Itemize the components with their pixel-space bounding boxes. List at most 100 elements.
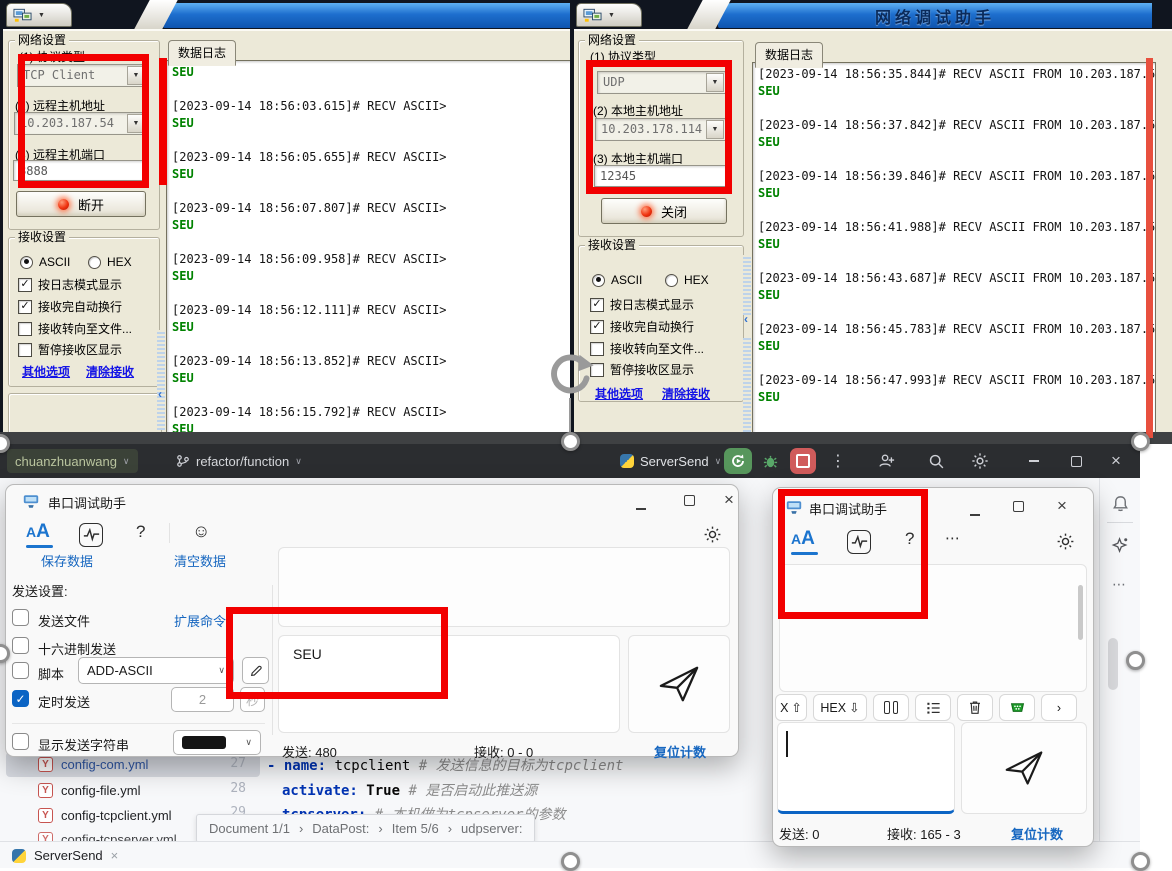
resize-handle[interactable]	[1131, 432, 1150, 451]
font-settings-button[interactable]: AA	[791, 528, 815, 550]
scrollbar[interactable]	[1078, 585, 1083, 640]
clear-data-link[interactable]: 清空数据	[174, 551, 226, 570]
settings-button[interactable]	[1056, 532, 1075, 556]
breadcrumb[interactable]: Document 1/1› DataPost:› Item 5/6› udpse…	[196, 814, 535, 843]
hex-display-toggle[interactable]: HEX⇩	[813, 694, 867, 721]
run-config-selector[interactable]: ServerSend∨	[612, 449, 729, 473]
more-actions-button[interactable]: ⋮	[826, 450, 850, 472]
maximize-button[interactable]	[1064, 450, 1088, 472]
rerun-button[interactable]	[724, 448, 752, 474]
splitter[interactable]	[157, 330, 165, 430]
dropdown-arrow-icon[interactable]: ▼	[127, 114, 145, 133]
hex-radio[interactable]: HEX	[88, 255, 132, 269]
help-icon[interactable]: ?	[136, 522, 145, 542]
reset-counter-link[interactable]: 复位计数	[1011, 824, 1063, 843]
hex-radio[interactable]: HEX	[665, 273, 709, 287]
close-button[interactable]: ×	[1104, 450, 1128, 472]
minimize-button[interactable]	[636, 498, 646, 513]
send-button[interactable]	[961, 722, 1087, 814]
timed-interval-input[interactable]: 2	[171, 687, 234, 712]
waveform-button[interactable]	[79, 523, 103, 547]
collapse-chevron-icon[interactable]: ‹	[744, 312, 748, 326]
waveform-button[interactable]	[847, 530, 871, 554]
clear-receive-link[interactable]: 清除接收	[662, 385, 710, 402]
protocol-select[interactable]: UDP ▼	[597, 71, 726, 94]
send-file-checkbox[interactable]	[12, 609, 29, 626]
project-selector[interactable]: chuanzhuanwang∨	[7, 449, 138, 473]
disconnect-button[interactable]: 断开	[16, 191, 146, 217]
pause-display-checkbox[interactable]: 暂停接收区显示	[590, 361, 694, 378]
save-data-link[interactable]: 保存数据	[41, 551, 93, 570]
dropdown-arrow-icon[interactable]: ▼	[706, 120, 724, 139]
expand-toolbar-button[interactable]: ›	[1041, 694, 1077, 721]
maximize-button[interactable]	[1013, 500, 1024, 515]
auto-wrap-checkbox[interactable]: ✓接收完自动换行	[18, 298, 122, 315]
search-button[interactable]	[924, 450, 948, 472]
dropdown-arrow-icon[interactable]: ▼	[706, 73, 724, 92]
splitter[interactable]	[743, 338, 751, 432]
run-tab-label[interactable]: ServerSend	[34, 848, 103, 863]
send-textarea[interactable]: SEU	[278, 635, 620, 733]
receive-area[interactable]	[278, 547, 730, 627]
dropdown-arrow-icon[interactable]: ▼	[127, 66, 145, 85]
list-button[interactable]	[915, 694, 951, 721]
clear-receive-link[interactable]: 清除接收	[86, 363, 134, 380]
more-tools-button[interactable]: ⋯	[1112, 576, 1126, 593]
remote-host-select[interactable]: 10.203.187.54 ▼	[14, 112, 147, 135]
scrollbar[interactable]	[1108, 638, 1118, 690]
log-mode-checkbox[interactable]: ✓按日志模式显示	[590, 296, 694, 313]
ascii-radio[interactable]: ASCII	[592, 273, 642, 287]
close-button[interactable]: ×	[1057, 498, 1067, 513]
notifications-button[interactable]	[1111, 494, 1130, 518]
to-file-checkbox[interactable]: 接收转向至文件...	[18, 320, 132, 337]
rotate-handle-icon[interactable]	[544, 352, 596, 400]
other-options-link[interactable]: 其他选项	[22, 363, 70, 380]
tab-data-log[interactable]: 数据日志	[755, 42, 823, 68]
add-user-button[interactable]	[874, 450, 898, 472]
titlebar[interactable]: 网络调试助手	[718, 3, 1152, 28]
maximize-button[interactable]	[684, 494, 695, 509]
data-log[interactable]: SEU [2023-09-14 18:56:03.615]# RECV ASCI…	[166, 60, 576, 439]
close-button[interactable]: ×	[724, 492, 734, 507]
log-mode-checkbox[interactable]: ✓按日志模式显示	[18, 276, 122, 293]
show-send-string-checkbox[interactable]	[12, 733, 29, 750]
data-log[interactable]: [2023-09-14 18:56:35.844]# RECV ASCII FR…	[752, 62, 1156, 440]
local-port-input[interactable]: 12345	[594, 165, 726, 187]
titlebar[interactable]	[163, 3, 570, 28]
protocol-select[interactable]: TCP Client ▼	[17, 64, 147, 87]
to-file-checkbox[interactable]: 接收转向至文件...	[590, 340, 704, 357]
system-menu-chip[interactable]: ▼	[6, 3, 72, 27]
branch-selector[interactable]: refactor/function∨	[168, 449, 310, 473]
close-connection-button[interactable]: 关闭	[601, 198, 727, 224]
send-button[interactable]	[628, 635, 730, 733]
auto-wrap-checkbox[interactable]: ✓接收完自动换行	[590, 318, 694, 335]
script-select[interactable]: ADD-ASCII∨	[78, 657, 234, 684]
hex-send-toggle[interactable]: X⇧	[775, 694, 807, 721]
send-input[interactable]	[777, 722, 955, 814]
reset-counter-link[interactable]: 复位计数	[654, 742, 706, 761]
smiley-icon[interactable]: ☺	[192, 521, 210, 542]
close-icon[interactable]: ×	[111, 848, 119, 863]
resize-handle[interactable]	[561, 432, 580, 451]
ascii-radio[interactable]: ASCII	[20, 255, 70, 269]
script-checkbox[interactable]	[12, 662, 29, 679]
splitter[interactable]	[743, 255, 751, 315]
settings-button[interactable]	[968, 450, 992, 472]
receive-area[interactable]	[779, 564, 1087, 692]
local-host-select[interactable]: 10.203.178.114 ▼	[595, 118, 726, 141]
minimize-button[interactable]	[970, 504, 980, 519]
debug-button[interactable]	[758, 450, 782, 472]
settings-button[interactable]	[703, 525, 722, 549]
collapse-chevron-icon[interactable]: ‹	[158, 387, 162, 401]
code-line[interactable]: activate: True # 是否启动此推送源	[282, 780, 537, 800]
resize-handle[interactable]	[1126, 651, 1145, 670]
hex-send-checkbox[interactable]	[12, 637, 29, 654]
edit-script-button[interactable]	[242, 657, 269, 684]
clear-button[interactable]	[957, 694, 993, 721]
font-settings-button[interactable]: AA	[26, 521, 50, 543]
timed-send-checkbox[interactable]: ✓	[12, 690, 29, 707]
help-icon[interactable]: ?	[905, 529, 914, 549]
minimize-button[interactable]	[1022, 450, 1046, 472]
pause-display-checkbox[interactable]: 暂停接收区显示	[18, 341, 122, 358]
system-menu-chip[interactable]: ▼	[576, 3, 642, 27]
